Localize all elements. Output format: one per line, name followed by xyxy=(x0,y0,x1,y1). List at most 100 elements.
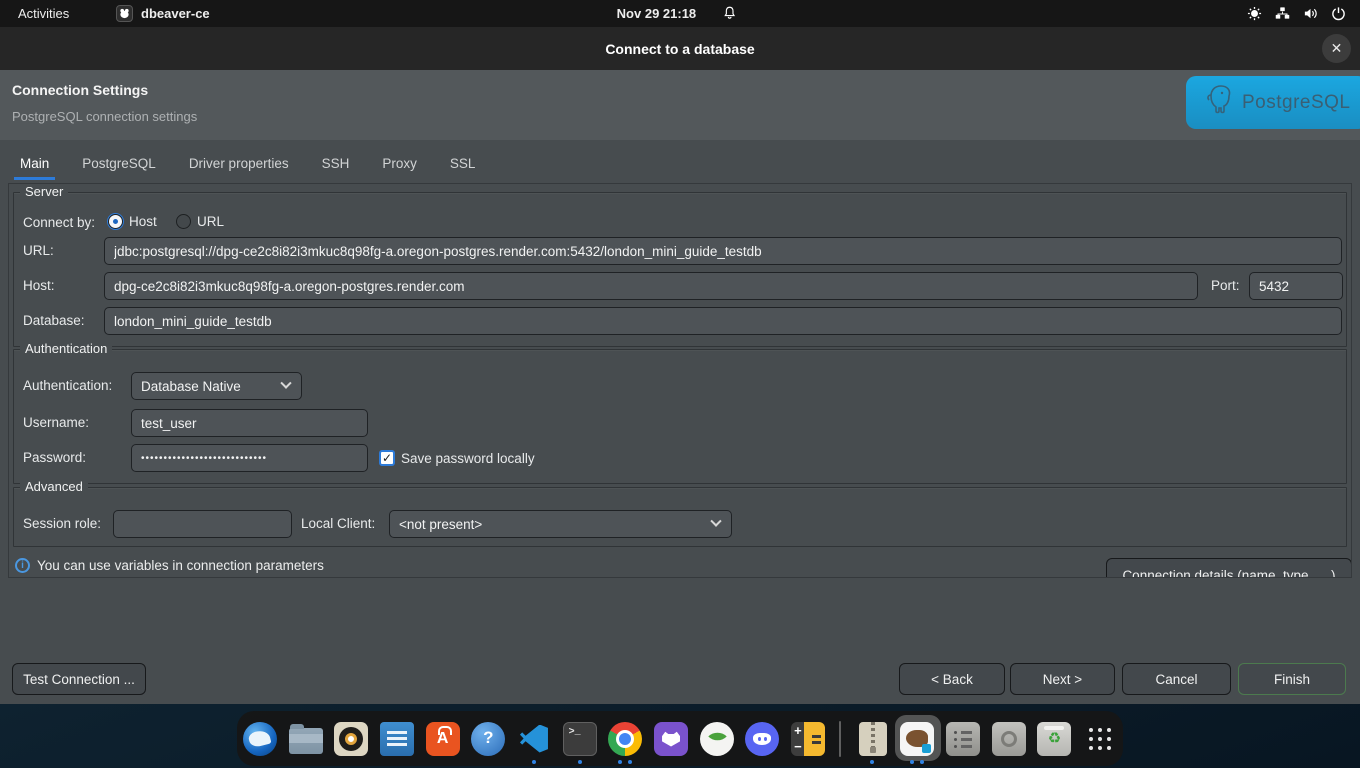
url-radio-label: URL xyxy=(197,214,224,229)
tab-ssh[interactable]: SSH xyxy=(316,151,356,180)
next-button[interactable]: Next > xyxy=(1010,663,1115,695)
dock-item-discord[interactable] xyxy=(745,714,781,764)
running-indicator xyxy=(910,760,924,764)
dock-item-vscode[interactable] xyxy=(516,714,552,764)
cancel-button[interactable]: Cancel xyxy=(1122,663,1231,695)
host-input[interactable] xyxy=(104,272,1198,300)
connect-by-host-radio[interactable]: Host xyxy=(108,214,157,229)
top-bar: Activities dbeaver-ce Nov 29 21:18 xyxy=(0,0,1360,27)
bell-icon xyxy=(722,5,736,23)
url-input[interactable] xyxy=(104,237,1342,265)
dock-item-mongodb-compass[interactable] xyxy=(699,714,735,764)
variables-hint-text: You can use variables in connection para… xyxy=(37,558,324,573)
dock-item-thunderbird[interactable] xyxy=(242,714,278,764)
activities-button[interactable]: Activities xyxy=(18,6,69,21)
volume-icon xyxy=(1303,6,1318,21)
tab-proxy[interactable]: Proxy xyxy=(376,151,423,180)
tab-ssl[interactable]: SSL xyxy=(444,151,482,180)
postgresql-elephant-icon xyxy=(1202,82,1236,123)
authentication-select[interactable]: Database Native xyxy=(131,372,302,400)
chevron-down-icon xyxy=(710,516,721,527)
running-indicator xyxy=(532,760,536,764)
archive-icon xyxy=(859,722,887,756)
chevron-down-icon xyxy=(280,378,291,389)
close-icon[interactable]: ✕ xyxy=(1322,34,1351,63)
dock-item-archive[interactable] xyxy=(854,714,890,764)
chrome-icon xyxy=(608,722,642,756)
dialog-titlebar[interactable]: Connect to a database ✕ xyxy=(0,27,1360,70)
dock-separator xyxy=(836,714,844,764)
github-desktop-icon xyxy=(654,722,688,756)
dbeaver-app-icon xyxy=(116,5,133,22)
connect-by-url-radio[interactable]: URL xyxy=(176,214,224,229)
dock-item-files[interactable] xyxy=(288,714,324,764)
dialog-header: Connection Settings PostgreSQL connectio… xyxy=(0,70,1360,140)
dock-item-help[interactable] xyxy=(470,714,506,764)
tab-postgresql[interactable]: PostgreSQL xyxy=(76,151,162,180)
dock-item-terminal[interactable] xyxy=(562,714,598,764)
rhythmbox-icon xyxy=(334,722,368,756)
username-input[interactable] xyxy=(131,409,368,437)
tab-driver-properties[interactable]: Driver properties xyxy=(183,151,295,180)
port-label: Port: xyxy=(1211,272,1240,300)
dialog-title: Connect to a database xyxy=(605,41,754,57)
dock-item-ubuntu-software[interactable] xyxy=(425,714,461,764)
connection-details-button[interactable]: Connection details (name, type, ... ) xyxy=(1106,558,1352,578)
clock-menu[interactable]: Nov 29 21:18 xyxy=(617,5,737,23)
back-button[interactable]: < Back xyxy=(899,663,1005,695)
app-menu[interactable]: dbeaver-ce xyxy=(116,5,210,22)
settings-icon xyxy=(946,722,980,756)
password-input[interactable] xyxy=(131,444,368,472)
calculator-icon xyxy=(791,722,825,756)
discord-icon xyxy=(745,722,779,756)
variables-hint: i You can use variables in connection pa… xyxy=(15,558,324,573)
system-status-area[interactable] xyxy=(1247,6,1346,21)
dock-item-github-desktop[interactable] xyxy=(653,714,689,764)
mongodb-compass-icon xyxy=(700,722,734,756)
running-indicator xyxy=(870,760,874,764)
session-role-input[interactable] xyxy=(113,510,292,538)
vscode-icon xyxy=(517,722,551,756)
dock-item-chrome[interactable] xyxy=(608,714,644,764)
postgresql-logo: PostgreSQL xyxy=(1186,76,1360,129)
dock-item-calculator[interactable] xyxy=(790,714,826,764)
save-password-label: Save password locally xyxy=(401,451,535,466)
ubuntu-software-icon xyxy=(426,722,460,756)
save-password-checkbox[interactable]: ✓ Save password locally xyxy=(379,450,535,466)
help-icon xyxy=(471,722,505,756)
network-icon xyxy=(1275,6,1290,21)
dock-item-trash[interactable] xyxy=(1037,714,1073,764)
server-group-legend: Server xyxy=(20,184,68,199)
dock-item-disks[interactable] xyxy=(991,714,1027,764)
dock-item-rhythmbox[interactable] xyxy=(333,714,369,764)
dbeaver-icon xyxy=(900,722,934,756)
authentication-select-value: Database Native xyxy=(141,379,241,394)
password-label: Password: xyxy=(23,444,86,472)
database-input[interactable] xyxy=(104,307,1342,335)
disks-icon xyxy=(992,722,1026,756)
dock-item-app-grid[interactable] xyxy=(1082,714,1118,764)
libreoffice-writer-icon xyxy=(380,722,414,756)
dock-item-settings[interactable] xyxy=(945,714,981,764)
checkbox-checked-icon: ✓ xyxy=(379,450,395,466)
dock-item-libreoffice-writer[interactable] xyxy=(379,714,415,764)
advanced-group-legend: Advanced xyxy=(20,479,88,494)
host-label: Host: xyxy=(23,272,55,300)
authentication-label: Authentication: xyxy=(23,372,112,400)
dock xyxy=(237,711,1123,766)
local-client-select[interactable]: <not present> xyxy=(389,510,732,538)
desktop: Activities dbeaver-ce Nov 29 21:18 xyxy=(0,0,1360,768)
url-label: URL: xyxy=(23,237,54,265)
port-input[interactable] xyxy=(1249,272,1343,300)
connect-by-label: Connect by: xyxy=(23,209,95,237)
thunderbird-icon xyxy=(243,722,277,756)
dock-item-dbeaver[interactable] xyxy=(900,714,936,764)
database-label: Database: xyxy=(23,307,85,335)
finish-button[interactable]: Finish xyxy=(1238,663,1346,695)
tab-main[interactable]: Main xyxy=(14,151,55,180)
running-indicator xyxy=(618,760,632,764)
postgresql-logo-text: PostgreSQL xyxy=(1242,92,1351,114)
username-label: Username: xyxy=(23,409,89,437)
local-client-label: Local Client: xyxy=(301,510,375,538)
test-connection-button[interactable]: Test Connection ... xyxy=(12,663,146,695)
